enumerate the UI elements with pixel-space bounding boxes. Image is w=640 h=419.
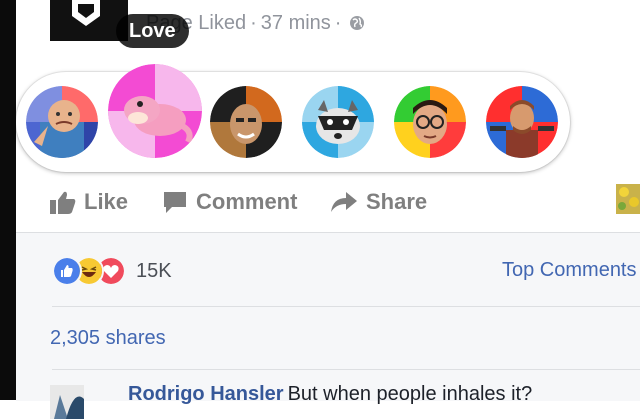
- top-comments-dropdown[interactable]: Top Comments: [502, 259, 637, 282]
- flower-thumbnail-icon[interactable]: [616, 184, 640, 214]
- comment-label: Comment: [196, 189, 298, 214]
- chevron-logo-icon: [72, 0, 100, 26]
- chuck-norris-face[interactable]: [486, 86, 558, 158]
- like-button[interactable]: Like: [50, 180, 128, 224]
- nerd-face[interactable]: [394, 86, 466, 158]
- commenter-avatar[interactable]: [50, 385, 84, 419]
- slowpoke-face[interactable]: [108, 64, 202, 158]
- post-action-bar: Like Comment Share: [0, 180, 640, 224]
- like-label: Like: [84, 189, 129, 214]
- globe-icon: [350, 16, 365, 30]
- meta-separator: ·: [334, 12, 342, 34]
- raccoon-face[interactable]: [302, 86, 374, 158]
- reaction-summary[interactable]: 15K: [52, 256, 172, 286]
- bald-man-face[interactable]: [210, 86, 282, 158]
- stats-divider: [52, 306, 640, 307]
- comment-author-link[interactable]: Rodrigo Hansler: [128, 383, 284, 405]
- share-button[interactable]: Share: [330, 180, 427, 224]
- like-reaction-icon: [52, 256, 82, 286]
- shares-link[interactable]: 2,305 shares: [50, 327, 166, 350]
- post-timestamp[interactable]: 37 mins: [261, 12, 331, 34]
- stats-divider: [52, 369, 640, 370]
- post-action: Liked: [198, 12, 247, 34]
- share-label: Share: [366, 189, 428, 214]
- reaction-dock: [16, 64, 570, 172]
- comment-text: Rodrigo Hansler But when people inhales i…: [128, 383, 532, 406]
- comment-button[interactable]: Comment: [162, 180, 297, 224]
- reaction-tooltip: Love: [116, 14, 189, 48]
- comment-bubble-icon: [164, 192, 186, 213]
- reaction-count: 15K: [136, 259, 172, 282]
- success-kid-face[interactable]: [26, 86, 98, 158]
- meta-separator: ·: [250, 12, 257, 34]
- share-arrow-icon: [331, 192, 357, 212]
- thumbs-up-icon: [50, 191, 76, 214]
- post-stats: 15K Top Comments 2,305 shares Rodrigo Ha…: [16, 232, 640, 419]
- comment-body: But when people inhales it?: [287, 383, 533, 405]
